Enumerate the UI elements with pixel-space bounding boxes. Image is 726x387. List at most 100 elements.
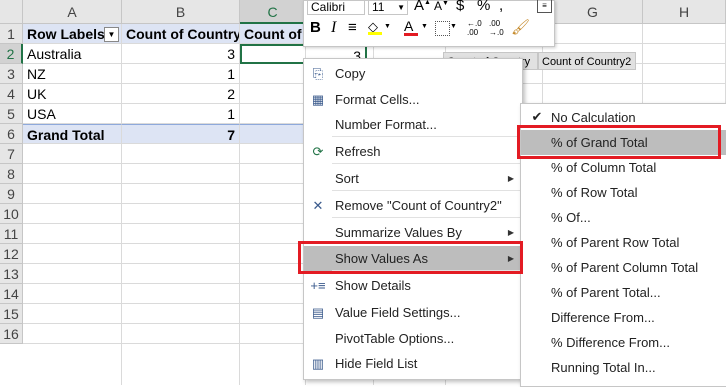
currency-icon[interactable]: $ <box>456 0 464 14</box>
row-header-15[interactable]: 15 <box>0 304 23 324</box>
menu-item-label: Copy <box>335 66 366 81</box>
decrease-decimal-icon[interactable]: .00 →.0 <box>489 19 504 37</box>
chevron-down-icon[interactable]: ▼ <box>450 23 457 30</box>
menu-item-value-field-settings[interactable]: ▤ Value Field Settings... <box>304 300 522 326</box>
font-name-box[interactable]: Calibri <box>307 0 365 15</box>
menu-item-number-format[interactable]: Number Format... <box>304 112 522 138</box>
chevron-down-icon[interactable]: ▼ <box>421 23 428 30</box>
submenu-item-label: Running Total In... <box>551 360 656 375</box>
submenu-item-label: Difference From... <box>551 310 655 325</box>
menu-item-label: Remove "Count of Country2" <box>335 198 502 213</box>
row-header-1[interactable]: 1 <box>0 24 23 44</box>
column-header-b[interactable]: B <box>122 0 240 24</box>
menu-item-remove-count-of-country2[interactable]: ✕ Remove "Count of Country2" <box>304 193 522 219</box>
pivot-value-cell[interactable]: 3 <box>122 44 240 64</box>
submenu-item-of-row-total[interactable]: % of Row Total <box>521 180 726 205</box>
menu-item-label: Hide Field List <box>335 356 418 371</box>
font-size-box[interactable]: 11 ▼ <box>368 0 408 15</box>
increase-decimal-icon[interactable]: ←.0.00 <box>467 19 482 37</box>
percent-icon[interactable]: % <box>477 0 490 14</box>
fill-color-icon[interactable]: ◇ <box>368 19 382 35</box>
row-header-6[interactable]: 6 <box>0 124 23 144</box>
submenu-item-label: % of Parent Row Total <box>551 235 680 250</box>
menu-item-copy[interactable]: ⎘ Copy <box>304 61 522 87</box>
column-header-h[interactable]: H <box>643 0 726 24</box>
row-header-14[interactable]: 14 <box>0 284 23 304</box>
row-header-9[interactable]: 9 <box>0 184 23 204</box>
submenu-item-of-parent-total[interactable]: % of Parent Total... <box>521 280 726 305</box>
submenu-item-label: % of Parent Column Total <box>551 260 699 275</box>
grand-total-label[interactable]: Grand Total <box>23 124 122 144</box>
borders-icon[interactable] <box>435 21 450 36</box>
menu-item-label: Show Details <box>335 278 411 293</box>
submenu-item-of-parent-column-total[interactable]: % of Parent Column Total <box>521 255 726 280</box>
menu-item-label: Refresh <box>335 144 381 159</box>
menu-item-sort[interactable]: Sort ▶ <box>304 166 522 192</box>
row-header-4[interactable]: 4 <box>0 84 23 104</box>
column-header-g[interactable]: G <box>543 0 643 24</box>
mini-toolbar: Calibri 11 ▼ A▲ A▼ $ % , ≡ B I ≡ ◇ ▼ A ▼ … <box>303 0 555 47</box>
chevron-down-icon[interactable]: ▼ <box>384 23 391 30</box>
menu-separator <box>332 136 522 137</box>
grand-total-value[interactable]: 7 <box>122 124 240 144</box>
grand-total-c-cell[interactable] <box>240 124 306 144</box>
menu-item-pivottable-options[interactable]: PivotTable Options... <box>304 326 522 352</box>
align-center-icon[interactable]: ≡ <box>348 19 357 36</box>
row-header-2[interactable]: 2 <box>0 44 23 64</box>
menu-item-label: Value Field Settings... <box>335 305 461 320</box>
pivot-value-cell[interactable]: 2 <box>122 84 240 104</box>
pivot-value-cell[interactable]: 1 <box>122 104 240 124</box>
refresh-icon: ⟳ <box>312 144 324 159</box>
count-of-country2-header[interactable]: Count of C <box>240 24 306 44</box>
menu-item-hide-field-list[interactable]: ▥ Hide Field List <box>304 351 522 377</box>
menu-item-label: Format Cells... <box>335 92 420 107</box>
show-details-icon: +≡ <box>310 278 326 293</box>
column-header-a[interactable]: A <box>23 0 122 24</box>
pivot-row-label[interactable]: USA <box>23 104 122 124</box>
menu-separator <box>332 217 522 218</box>
row-header-8[interactable]: 8 <box>0 164 23 184</box>
row-header-12[interactable]: 12 <box>0 244 23 264</box>
row-header-11[interactable]: 11 <box>0 224 23 244</box>
select-all-corner[interactable] <box>0 0 23 24</box>
row-header-3[interactable]: 3 <box>0 64 23 84</box>
row-header-10[interactable]: 10 <box>0 204 23 224</box>
menu-item-label: Number Format... <box>335 117 437 132</box>
submenu-item-of-parent-row-total[interactable]: % of Parent Row Total <box>521 230 726 255</box>
submenu-item-of[interactable]: % Of... <box>521 205 726 230</box>
font-color-icon[interactable]: A <box>404 18 418 36</box>
menu-item-refresh[interactable]: ⟳ Refresh <box>304 139 522 165</box>
menu-item-show-details[interactable]: +≡ Show Details <box>304 273 522 299</box>
submenu-item-difference-from[interactable]: % Difference From... <box>521 330 726 355</box>
highlight-percent-of-grand-total <box>517 125 721 159</box>
row-header-16[interactable]: 16 <box>0 324 23 344</box>
filter-dropdown-icon[interactable]: ▼ <box>104 27 119 42</box>
pivot-value-cell[interactable]: 1 <box>122 64 240 84</box>
italic-icon[interactable]: I <box>331 19 336 37</box>
comma-style-icon[interactable]: , <box>499 0 503 14</box>
row-header-13[interactable]: 13 <box>0 264 23 284</box>
shrink-font-icon[interactable]: A▼ <box>434 0 449 13</box>
pivot-row-label[interactable]: UK <box>23 84 122 104</box>
menu-separator <box>332 163 522 164</box>
grow-font-icon[interactable]: A▲ <box>414 0 431 14</box>
field-tag-count-of-country2[interactable]: Count of Country2 <box>538 52 636 70</box>
row-labels-text: Row Labels <box>27 26 105 42</box>
submenu-item-difference-from[interactable]: Difference From... <box>521 305 726 330</box>
field-list-icon: ▥ <box>311 356 325 371</box>
format-table-icon[interactable]: ≡ <box>537 0 552 13</box>
highlight-show-values-as <box>298 241 523 274</box>
row-labels-header[interactable]: Row Labels ▼ <box>23 24 122 44</box>
count-of-country-header[interactable]: Count of Country <box>122 24 240 44</box>
row-header-5[interactable]: 5 <box>0 104 23 124</box>
format-painter-icon[interactable]: 🖌 <box>511 18 530 36</box>
bold-icon[interactable]: B <box>310 19 321 36</box>
row-header-7[interactable]: 7 <box>0 144 23 164</box>
pivot-row-label[interactable]: NZ <box>23 64 122 84</box>
submenu-item-label: % of Parent Total... <box>551 285 661 300</box>
column-header-c[interactable]: C <box>240 0 306 24</box>
submenu-item-running-total-in[interactable]: Running Total In... <box>521 355 726 380</box>
menu-item-format-cells[interactable]: ▦ Format Cells... <box>304 87 522 113</box>
menu-separator <box>332 190 522 191</box>
pivot-row-label[interactable]: Australia <box>23 44 122 64</box>
